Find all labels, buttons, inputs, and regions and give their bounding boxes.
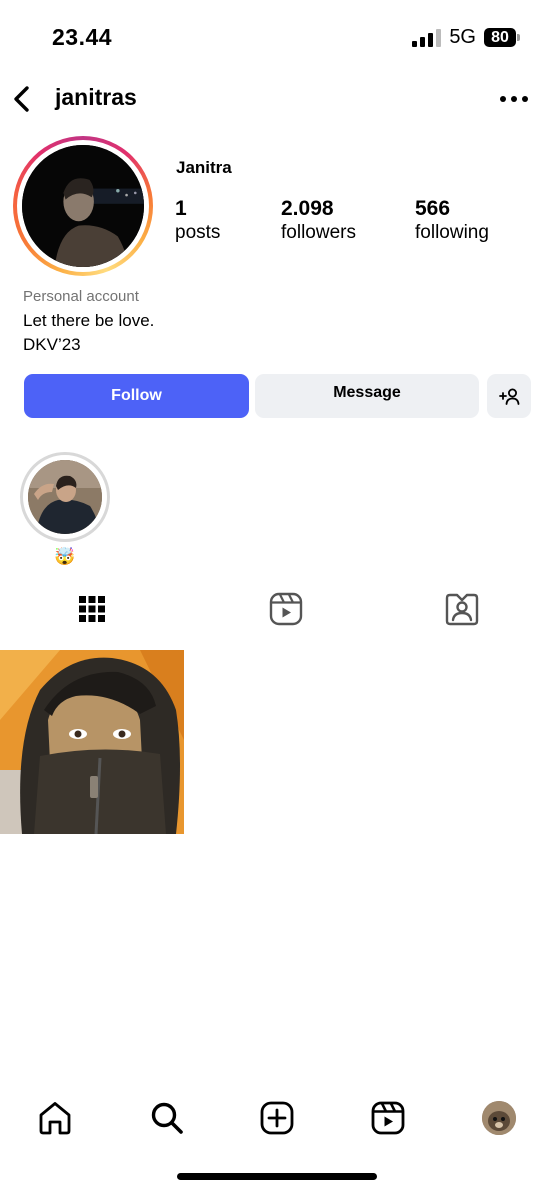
chevron-left-icon [14, 86, 29, 112]
message-button-label: Message [333, 384, 401, 401]
profile-photo [22, 145, 144, 267]
ellipsis-horizontal-icon [500, 96, 506, 102]
header-username: janitras [55, 84, 137, 110]
home-icon [39, 1102, 71, 1135]
message-button[interactable]: Message [255, 374, 479, 418]
nav-search[interactable] [147, 1098, 187, 1138]
follow-button[interactable]: Follow [24, 374, 249, 418]
posts-count: 1 [175, 197, 187, 220]
bio-line: DKV’23 [23, 335, 81, 354]
plus-square-icon [260, 1101, 294, 1135]
add-person-icon [499, 388, 520, 405]
back-button[interactable] [10, 84, 38, 114]
suggest-people-button[interactable] [487, 374, 531, 418]
profile-avatar-icon [482, 1101, 516, 1135]
home-indicator [177, 1173, 377, 1180]
story-highlight[interactable] [20, 452, 110, 542]
display-name: Janitra [176, 158, 232, 177]
profile-avatar[interactable] [13, 136, 153, 276]
posts-label: posts [175, 222, 221, 243]
nav-reels[interactable] [368, 1098, 408, 1138]
profile-header: janitras [0, 78, 554, 120]
nav-profile[interactable] [479, 1098, 519, 1138]
posts-stat[interactable]: 1 posts [175, 197, 220, 245]
search-icon [151, 1102, 183, 1134]
tagged-person-icon [445, 593, 479, 626]
highlight-label: 🤯 [54, 547, 76, 566]
following-stat[interactable]: 566 following [415, 197, 489, 245]
post-thumbnail[interactable] [0, 650, 184, 834]
followers-label: followers [281, 222, 356, 243]
cellular-signal-icon [412, 28, 442, 47]
nav-create[interactable] [257, 1098, 297, 1138]
nav-home[interactable] [35, 1098, 75, 1138]
account-type: Personal account [23, 288, 139, 305]
battery-level: 80 [484, 28, 516, 47]
following-label: following [415, 222, 489, 243]
grid-icon [79, 596, 105, 622]
network-type: 5G [449, 26, 476, 48]
bio-line: Let there be love. [23, 311, 155, 330]
followers-count: 2.098 [281, 197, 334, 220]
reels-icon [269, 592, 303, 626]
highlight-cover [28, 460, 102, 534]
battery-icon: 80 [484, 28, 520, 47]
reels-icon [371, 1101, 405, 1135]
status-time: 23.44 [52, 24, 113, 50]
status-indicators: 5G 80 [412, 26, 520, 49]
tab-tagged[interactable] [444, 591, 480, 627]
followers-stat[interactable]: 2.098 followers [281, 197, 356, 245]
tab-reels[interactable] [268, 591, 304, 627]
following-count: 566 [415, 197, 451, 220]
more-options-button[interactable] [500, 94, 528, 104]
tab-posts-grid[interactable] [74, 591, 110, 627]
status-bar: 23.44 5G 80 [0, 0, 554, 78]
